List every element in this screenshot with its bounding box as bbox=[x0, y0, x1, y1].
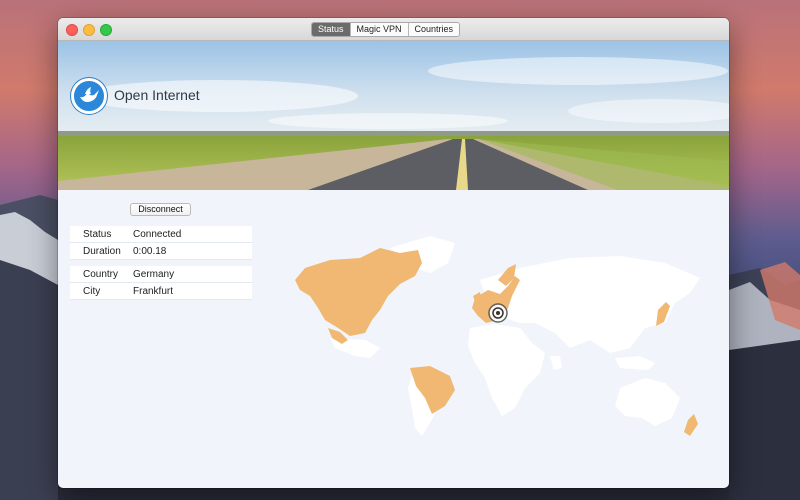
city-label: City bbox=[83, 285, 101, 297]
city-value: Frankfurt bbox=[133, 285, 174, 297]
minimize-window-button[interactable] bbox=[83, 24, 95, 36]
status-info: Status Connected Duration 0:00.18 bbox=[70, 226, 252, 260]
country-row: Country Germany bbox=[70, 266, 252, 283]
close-window-button[interactable] bbox=[66, 24, 78, 36]
duration-value: 0:00.18 bbox=[133, 245, 167, 257]
status-row: Status Connected bbox=[70, 226, 252, 243]
tab-magic-vpn[interactable]: Magic VPN bbox=[349, 23, 408, 36]
city-row: City Frankfurt bbox=[70, 283, 252, 300]
tab-status[interactable]: Status bbox=[312, 23, 350, 36]
world-map bbox=[295, 236, 700, 436]
status-label: Status bbox=[83, 228, 112, 240]
north-america bbox=[295, 248, 422, 336]
country-value: Germany bbox=[133, 268, 175, 280]
app-logo bbox=[71, 78, 107, 114]
tab-countries[interactable]: Countries bbox=[407, 23, 460, 36]
dove-icon bbox=[80, 87, 99, 102]
new-zealand bbox=[684, 414, 698, 436]
header-banner: Open Internet bbox=[58, 41, 729, 190]
duration-label: Duration bbox=[83, 245, 121, 257]
disconnect-button[interactable]: Disconnect bbox=[130, 203, 191, 216]
zoom-window-button[interactable] bbox=[100, 24, 112, 36]
country-label: Country bbox=[83, 268, 119, 280]
view-tabs: Status Magic VPN Countries bbox=[311, 22, 461, 37]
location-target-icon bbox=[488, 303, 508, 323]
road-landscape-image bbox=[58, 41, 729, 190]
duration-row: Duration 0:00.18 bbox=[70, 243, 252, 260]
status-value: Connected bbox=[133, 228, 182, 240]
title-bar: Status Magic VPN Countries bbox=[58, 18, 729, 41]
app-title: Open Internet bbox=[114, 87, 200, 103]
app-window: Status Magic VPN Countries Open Internet… bbox=[58, 18, 729, 488]
location-info: Country Germany City Frankfurt bbox=[70, 266, 252, 300]
